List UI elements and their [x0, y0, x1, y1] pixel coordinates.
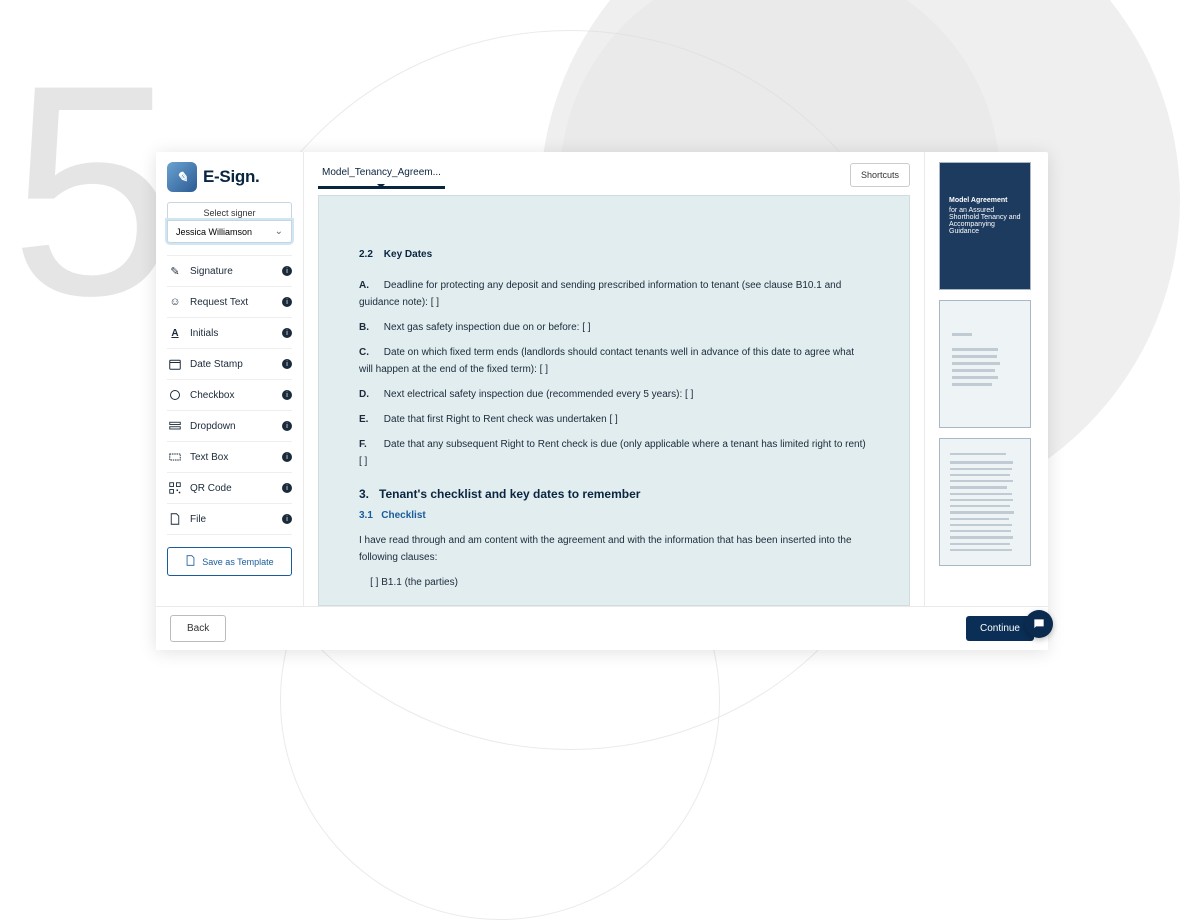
file-icon — [168, 512, 182, 526]
step-number: 5 — [10, 40, 167, 340]
checklist-intro: I have read through and am content with … — [359, 532, 869, 566]
document-page[interactable]: 2.2 Key Dates A. Deadline for protecting… — [318, 195, 910, 606]
continue-button[interactable]: Continue — [966, 616, 1034, 641]
tool-dropdown[interactable]: Dropdown i — [167, 411, 292, 442]
info-icon[interactable]: i — [282, 328, 292, 338]
logo: ✎ E-Sign. — [167, 162, 292, 192]
chevron-down-icon: ⌄ — [275, 226, 283, 237]
thumbnail-1[interactable]: Model Agreement for an Assured Shorthold… — [939, 162, 1031, 290]
checklist-item: [ ] B1.1 (the parties) — [359, 574, 869, 591]
key-date-F: F. Date that any subsequent Right to Ren… — [359, 436, 869, 470]
section-31-heading: 3.1 Checklist — [359, 507, 869, 524]
logo-text: E-Sign. — [203, 167, 259, 187]
qr-icon — [168, 481, 182, 495]
save-as-template-button[interactable]: Save as Template — [167, 547, 292, 576]
thumbnail-3[interactable] — [939, 438, 1031, 566]
info-icon[interactable]: i — [282, 390, 292, 400]
tool-initials[interactable]: A Initials i — [167, 318, 292, 349]
footer: Back Continue — [156, 606, 1048, 650]
signer-select[interactable]: Jessica Williamson ⌄ — [167, 220, 292, 243]
key-date-D: D. Next electrical safety inspection due… — [359, 386, 869, 403]
section-22-heading: 2.2 Key Dates — [359, 246, 869, 263]
info-icon[interactable]: i — [282, 452, 292, 462]
logo-icon: ✎ — [167, 162, 197, 192]
page-thumbnails: Model Agreement for an Assured Shorthold… — [924, 152, 1048, 606]
tool-signature[interactable]: ✎ Signature i — [167, 255, 292, 287]
info-icon[interactable]: i — [282, 421, 292, 431]
info-icon[interactable]: i — [282, 297, 292, 307]
select-signer-label: Select signer — [167, 202, 292, 220]
app-window: ✎ E-Sign. Select signer Jessica Williams… — [156, 152, 1048, 650]
info-icon[interactable]: i — [282, 514, 292, 524]
signer-name: Jessica Williamson — [176, 227, 252, 237]
tool-file[interactable]: File i — [167, 504, 292, 535]
sidebar: ✎ E-Sign. Select signer Jessica Williams… — [156, 152, 304, 606]
back-button[interactable]: Back — [170, 615, 226, 642]
tool-list: ✎ Signature i ☺ Request Text i A Initial… — [167, 255, 292, 535]
info-icon[interactable]: i — [282, 359, 292, 369]
document-tab[interactable]: Model_Tenancy_Agreem... — [318, 160, 445, 189]
shortcuts-button[interactable]: Shortcuts — [850, 163, 910, 187]
tool-text-box[interactable]: Text Box i — [167, 442, 292, 473]
initials-icon: A — [168, 326, 182, 340]
person-icon: ☺ — [168, 295, 182, 309]
tool-qr-code[interactable]: QR Code i — [167, 473, 292, 504]
tool-date-stamp[interactable]: Date Stamp i — [167, 349, 292, 380]
key-date-C: C. Date on which fixed term ends (landlo… — [359, 344, 869, 378]
chat-icon[interactable] — [1025, 610, 1053, 638]
signature-icon: ✎ — [168, 264, 182, 278]
calendar-icon — [168, 357, 182, 371]
tool-checkbox[interactable]: Checkbox i — [167, 380, 292, 411]
dropdown-icon — [168, 419, 182, 433]
template-icon — [185, 555, 196, 568]
tool-request-text[interactable]: ☺ Request Text i — [167, 287, 292, 318]
section-3-heading: 3. Tenant's checklist and key dates to r… — [359, 484, 869, 504]
key-date-B: B. Next gas safety inspection due on or … — [359, 319, 869, 336]
center-pane: Model_Tenancy_Agreem... Shortcuts 2.2 Ke… — [304, 152, 924, 606]
thumbnail-2[interactable] — [939, 300, 1031, 428]
info-icon[interactable]: i — [282, 266, 292, 276]
info-icon[interactable]: i — [282, 483, 292, 493]
key-date-E: E. Date that first Right to Rent check w… — [359, 411, 869, 428]
textbox-icon — [168, 450, 182, 464]
document-viewport[interactable]: 2.2 Key Dates A. Deadline for protecting… — [304, 189, 924, 606]
key-date-A: A. Deadline for protecting any deposit a… — [359, 277, 869, 311]
checkbox-icon — [168, 388, 182, 402]
